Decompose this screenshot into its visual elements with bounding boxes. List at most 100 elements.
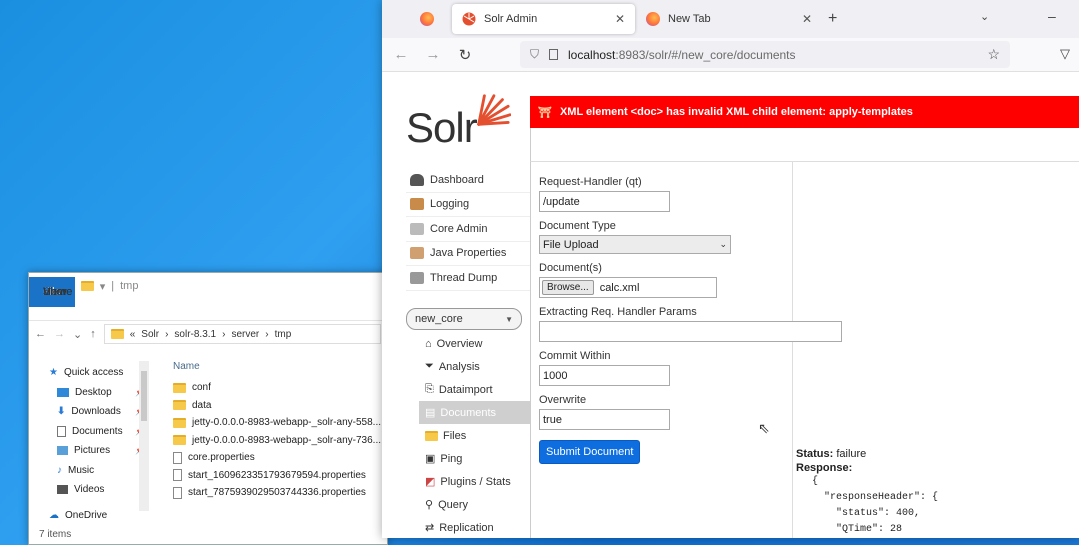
documents-icon [57,425,66,437]
nav-item-label: Desktop [75,386,112,398]
core-menu-dataimport[interactable]: ⎘ Dataimport [419,378,530,401]
close-tab-icon[interactable]: ✕ [802,12,812,26]
browse-button[interactable]: Browse... [542,280,594,295]
solr-admin-page: Solr ⛩ XML element <doc> has invalid XML… [382,72,1079,538]
chevron-down-icon: ⌄ [719,239,727,249]
pocket-icon[interactable]: ▽ [1060,46,1070,62]
page-info-icon[interactable] [549,49,559,60]
chevron-down-icon[interactable]: ▾ [100,280,106,293]
overwrite-input[interactable]: true [539,409,670,430]
list-item[interactable]: data [173,397,387,415]
up-arrow-icon[interactable]: ↑ [90,328,96,340]
list-item[interactable]: conf [173,379,387,397]
import-icon: ⎘ [425,383,434,395]
pictures-icon [57,446,68,456]
shield-icon[interactable]: ⛉ [530,47,539,62]
overwrite-label: Overwrite [539,394,587,406]
folder-icon [173,400,186,411]
breadcrumb-server[interactable]: server [231,329,259,340]
nav-item-videos[interactable]: Videos [49,480,149,500]
menu-item-label: Files [443,429,467,442]
menu-item-dashboard[interactable]: Dashboard [406,168,530,193]
nav-item-pictures[interactable]: Pictures 📌 [49,441,149,461]
core-menu-plugins[interactable]: ◩ Plugins / Stats [419,470,530,493]
funnel-icon: ⏷ [425,360,434,372]
ribbon-tab-view[interactable]: View [29,277,81,307]
list-item[interactable]: core.properties [173,449,387,467]
nav-scrollbar[interactable] [139,361,149,511]
commit-within-label: Commit Within [539,350,611,362]
url-path: :8983/solr/#/new_core/documents [615,47,796,62]
main-menu: Dashboard Logging Core Admin Java Proper… [406,168,530,291]
menu-item-java-properties[interactable]: Java Properties [406,242,530,266]
core-menu-ping[interactable]: ▣ Ping [419,447,530,470]
tab-solr-admin[interactable]: Solr Admin ✕ [452,4,635,34]
chevron-down-icon[interactable]: ⌄ [980,10,989,23]
core-menu-overview[interactable]: ⌂ Overview [419,332,530,355]
forward-arrow-icon[interactable]: → [54,328,65,340]
close-tab-icon[interactable]: ✕ [615,12,625,26]
submit-document-button[interactable]: Submit Document [539,440,641,464]
forward-arrow-icon[interactable]: → [424,46,442,63]
breadcrumb-tmp[interactable]: tmp [275,329,292,340]
solr-logo-text: Solr [406,104,478,151]
core-menu-analysis[interactable]: ⏷ Analysis [419,355,530,378]
nav-item-onedrive[interactable]: ☁ OneDrive [49,506,149,526]
menu-item-label: Query [438,498,469,511]
extract-params-input[interactable] [539,321,842,342]
file-upload-input[interactable]: Browse... calc.xml [539,277,717,298]
response-line: "responseHeader": { [812,492,939,503]
tab-bar: Solr Admin ✕ New Tab ✕ + ⌄ – [382,0,1079,38]
plugins-icon: ◩ [425,476,436,488]
list-item[interactable]: jetty-0.0.0.0-8983-webapp-_solr-any-558.… [173,414,387,432]
list-item[interactable]: start_1609623351793679594.properties [173,467,387,485]
list-item[interactable]: jetty-0.0.0.0-8983-webapp-_solr-any-736.… [173,432,387,450]
core-selector[interactable]: new_core ▼ [406,308,522,330]
response-label: Response: [796,462,853,474]
menu-item-logging[interactable]: Logging [406,193,530,217]
firefox-icon[interactable] [420,12,434,26]
commit-within-input[interactable]: 1000 [539,365,670,386]
nav-item-desktop[interactable]: Desktop 📌 [49,383,149,403]
navigation-pane: ★ Quick access Desktop 📌 ⬇ Downloads 📌 D… [29,347,149,523]
column-header-name[interactable]: Name [173,353,387,379]
nav-item-quick-access[interactable]: ★ Quick access [49,363,149,383]
back-arrow-icon[interactable]: ← [35,328,46,340]
menu-item-core-admin[interactable]: Core Admin [406,217,530,242]
url-bar[interactable]: ⛉ localhost:8983/solr/#/new_core/documen… [520,41,1010,68]
breadcrumb-overflow[interactable]: « [130,329,136,340]
breadcrumb-solr[interactable]: Solr [141,329,159,340]
file-name: jetty-0.0.0.0-8983-webapp-_solr-any-558.… [192,417,381,429]
java-icon [410,247,424,260]
address-bar[interactable]: « Solr › solr-8.3.1 › server › tmp [103,324,381,344]
list-item[interactable]: start_7875939029503744336.properties [173,484,387,502]
request-handler-input[interactable]: /update [539,191,670,212]
menu-item-label: Documents [440,406,497,419]
back-arrow-icon[interactable]: ← [392,46,410,63]
core-menu-query[interactable]: ⚲ Query [419,493,530,516]
logging-icon [410,198,424,211]
recent-locations-icon[interactable]: ⌄ [73,328,82,341]
extract-params-group: Extracting Req. Handler Params [539,306,842,342]
error-spacer [530,128,1079,162]
menu-item-thread-dump[interactable]: Thread Dump [406,266,530,291]
minimize-icon[interactable]: – [1048,8,1056,24]
core-admin-icon [410,222,424,235]
bookmark-star-icon[interactable]: ☆ [987,46,1000,63]
new-tab-plus-icon[interactable]: + [828,10,837,28]
scrollbar-thumb[interactable] [141,371,147,421]
core-menu-replication[interactable]: ⇄ Replication [419,516,530,538]
breadcrumb-solr-version[interactable]: solr-8.3.1 [174,329,216,340]
core-menu-documents[interactable]: ▤ Documents [419,401,530,424]
nav-item-documents[interactable]: Documents 📌 [49,422,149,442]
document-type-select[interactable]: File Upload ⌄ [539,235,731,254]
core-menu-files[interactable]: Files [419,424,530,447]
nav-item-label: Documents [72,425,123,437]
solr-logo[interactable]: Solr [406,92,511,152]
menu-item-label: Dataimport [438,383,493,396]
reload-icon[interactable]: ↻ [456,46,474,64]
nav-item-downloads[interactable]: ⬇ Downloads 📌 [49,402,149,422]
nav-item-music[interactable]: ♪ Music [49,461,149,481]
overwrite-group: Overwrite true [539,394,792,430]
tab-new-tab[interactable]: New Tab ✕ [636,4,822,34]
